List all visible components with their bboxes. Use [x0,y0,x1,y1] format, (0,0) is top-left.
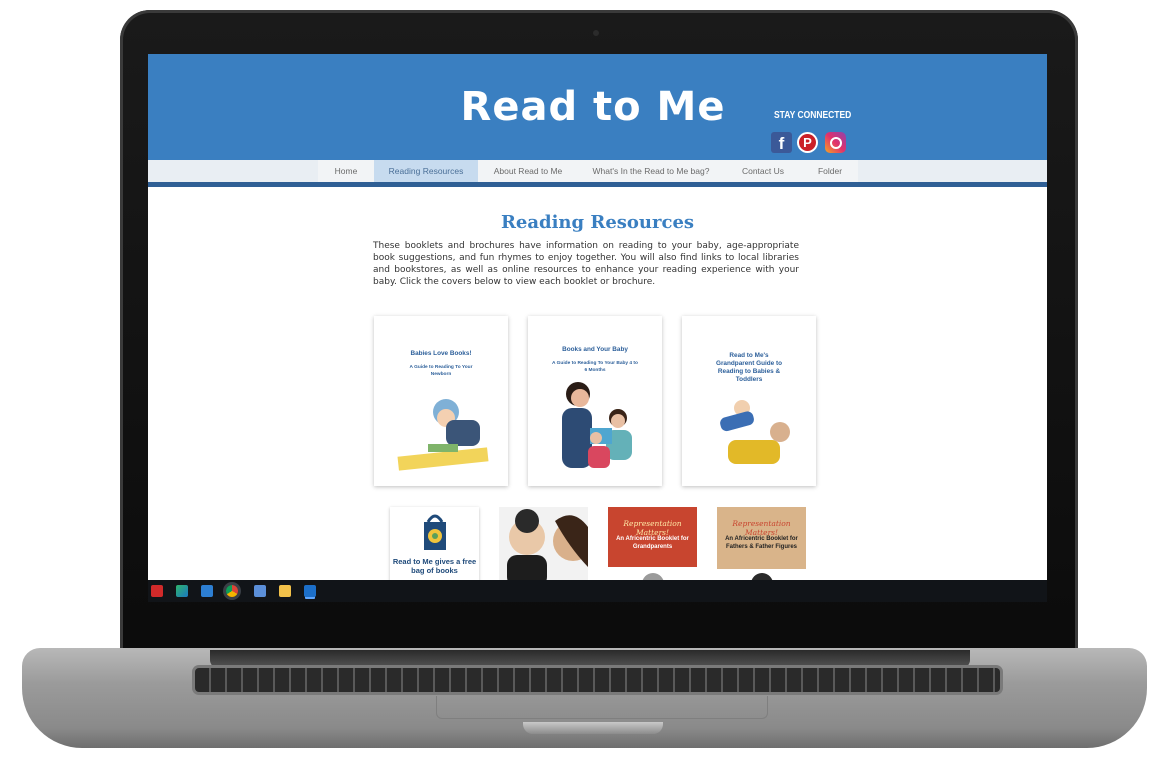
baby-reading-photo [397,399,489,471]
booklet-title: An Africentric Booklet for Grandparents [616,536,689,550]
trackpad [436,696,768,719]
booklet-title: Read to Me's Grandparent Guide to Readin… [715,352,783,383]
outlook-icon[interactable] [304,585,316,597]
booklet-title: An Africentric Booklet for Fathers & Fat… [725,536,798,550]
nav-folder[interactable]: Folder [802,160,858,182]
nav-bar: Home Reading Resources About Read to Me … [148,160,1047,182]
booklet-subtitle: A Guide to Reading To Your Baby 4 to 6 M… [552,361,638,373]
booklet-card-grandparent[interactable]: Read to Me's Grandparent Guide to Readin… [682,316,816,486]
edge-icon[interactable] [176,585,188,597]
fathers-booklet-card[interactable]: Representation Matters! An Africentric B… [717,507,806,587]
bag-card[interactable]: Read to Me gives a free bag of books [390,507,479,587]
grandparent-baby-photo [720,400,790,464]
pinterest-icon[interactable]: P [797,132,818,153]
bag-card-text: Read to Me gives a free bag of books [392,557,477,575]
site-header: Read to Me STAY CONNECTED f P [148,54,1047,160]
nav-contact[interactable]: Contact Us [724,160,802,182]
pinterest-glyph: P [799,134,816,151]
lid-notch [523,722,663,734]
nav-whats-in-bag[interactable]: What's In the Read to Me bag? [578,160,724,182]
chrome-icon[interactable] [226,585,238,597]
site-title: Read to Me [460,84,726,130]
os-taskbar [148,580,1047,602]
nav-divider [148,182,1047,187]
booklet-card-baby[interactable]: Books and Your Baby A Guide to Reading T… [528,316,662,486]
nav-reading-resources[interactable]: Reading Resources [374,160,478,182]
instagram-lens [830,137,842,149]
webcam [593,30,599,36]
nav-home[interactable]: Home [318,160,374,182]
page-heading: Reading Resources [500,212,695,233]
keyboard [195,668,1000,692]
stay-connected-label: STAY CONNECTED [774,110,852,121]
booklet-subtitle: A Guide to Reading To Your Newborn [409,365,473,377]
mother-children-photo [562,382,632,468]
booklet-title: Books and Your Baby [562,346,628,353]
intro-paragraph: These booklets and brochures have inform… [373,241,799,287]
nav-menu: Home Reading Resources About Read to Me … [318,160,858,182]
booklet-title: Babies Love Books! [410,350,472,357]
store-icon[interactable] [201,585,213,597]
baby-mother-photo [507,509,588,587]
file-explorer-icon[interactable] [279,585,291,597]
instagram-icon[interactable] [825,132,846,153]
people-icon[interactable] [254,585,266,597]
acrobat-icon[interactable] [151,585,163,597]
booklet-card-newborn[interactable]: Babies Love Books! A Guide to Reading To… [374,316,508,486]
nav-about[interactable]: About Read to Me [478,160,578,182]
grandparents-booklet-card[interactable]: Representation Matters! An Africentric B… [608,507,697,587]
bag-icon [424,514,446,550]
screen: Read to Me STAY CONNECTED f P Home Readi… [148,54,1047,602]
laptop-hinge [210,650,970,668]
baby-photo-card[interactable] [499,507,588,587]
facebook-icon[interactable]: f [771,132,792,153]
